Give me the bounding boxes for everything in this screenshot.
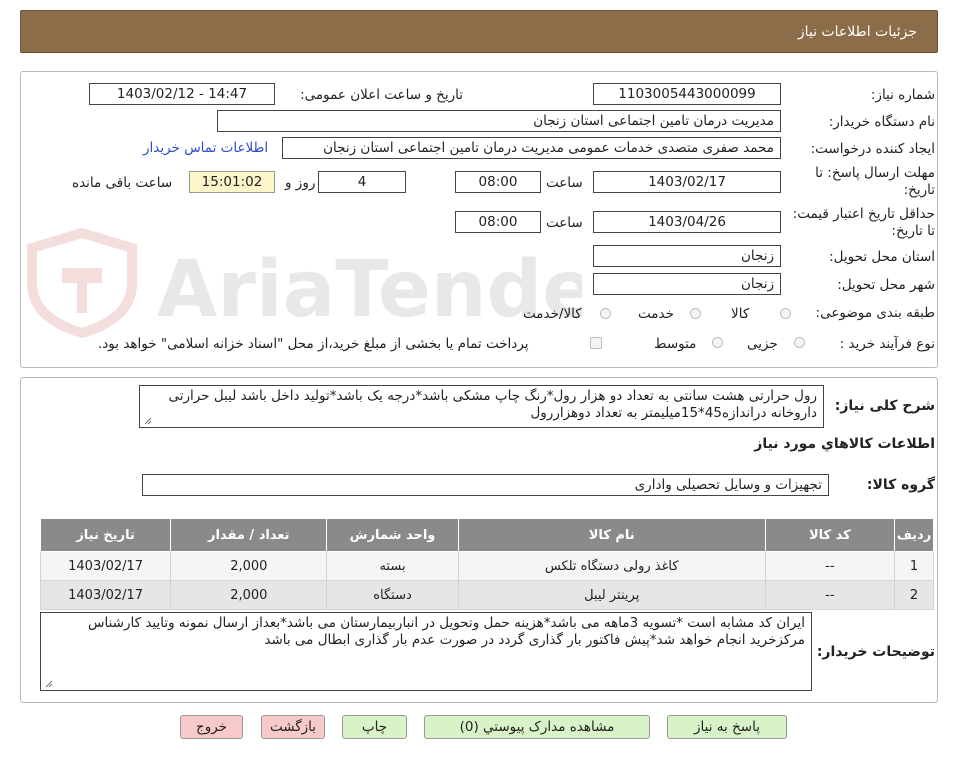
remaining-label: ساعت باقی مانده [72, 175, 173, 191]
watermark-text: AriaTender.neT [157, 245, 582, 335]
announce-datetime-label: تاریخ و ساعت اعلان عمومی: [300, 87, 463, 103]
goods-group-field: تجهیزات و وسایل تحصیلی واداری [142, 474, 829, 496]
price-validity-label: حداقل تاریخ اعتبار قیمت: تا تاریخ: [792, 206, 935, 239]
remaining-days-field: 4 [318, 171, 406, 193]
cell-need-date: 1403/02/17 [39, 580, 172, 610]
header-unit: واحد شمارش [326, 518, 459, 552]
validity-time-label: ساعت [546, 215, 583, 231]
buyer-notes-field: ایران کد مشابه است *تسویه 3ماهه می باشد*… [40, 612, 812, 691]
validity-date-field: 1403/04/26 [593, 211, 781, 233]
buyer-org-field: مدیریت درمان تامین اجتماعی استان زنجان [217, 110, 781, 132]
treasury-note: پرداخت تمام یا بخشی از مبلغ خرید،از محل … [98, 336, 529, 352]
resize-grip-icon[interactable] [144, 417, 152, 425]
requester-field: محمد صفری متصدی خدمات عمومی مدیریت درمان… [282, 137, 781, 159]
category-goods-service-radio[interactable] [600, 308, 611, 319]
items-table-container: ردیف کد کالا نام کالا واحد شمارش تعداد /… [39, 518, 935, 610]
table-row[interactable]: 1 -- کاغذ رولی دستگاه تلکس بسته 2,000 14… [39, 551, 935, 581]
process-medium-label: متوسط [654, 336, 697, 352]
city-field: زنجان [593, 273, 781, 295]
category-goods-radio[interactable] [780, 308, 791, 319]
cell-item-code: -- [764, 551, 895, 581]
cell-item-name: پرینتر لیبل [457, 580, 766, 610]
category-service-radio[interactable] [690, 308, 701, 319]
need-number-field: 1103005443000099 [593, 83, 781, 105]
validity-time-field: 08:00 [455, 211, 541, 233]
remaining-time-field: 15:01:02 [189, 171, 275, 193]
requester-label: ایجاد کننده درخواست: [810, 141, 935, 157]
buyer-org-label: نام دستگاه خریدار: [828, 114, 935, 130]
general-desc-label: شرح کلی نیاز: [834, 398, 935, 414]
buyer-contact-link[interactable]: اطلاعات تماس خریدار [143, 140, 268, 156]
cell-item-name: کاغذ رولی دستگاه تلکس [457, 551, 766, 581]
treasury-checkbox[interactable] [590, 337, 602, 349]
cell-quantity: 2,000 [170, 580, 328, 610]
header-item-code: کد کالا [764, 518, 895, 552]
reply-deadline-label: مهلت ارسال پاسخ: تا تاریخ: [815, 165, 935, 198]
cell-unit: بسته [326, 551, 459, 581]
delivery-province-label: استان محل تحویل: [829, 249, 935, 265]
buyer-notes-text: ایران کد مشابه است *تسویه 3ماهه می باشد*… [88, 615, 805, 648]
items-info-heading: اطلاعات کالاهاي مورد نياز [754, 436, 935, 452]
items-table: ردیف کد کالا نام کالا واحد شمارش تعداد /… [39, 518, 935, 610]
cell-need-date: 1403/02/17 [39, 551, 172, 581]
cell-unit: دستگاه [326, 580, 459, 610]
reply-date-field: 1403/02/17 [593, 171, 781, 193]
reply-time-label: ساعت [546, 175, 583, 191]
cell-item-code: -- [764, 580, 895, 610]
header-row-number: ردیف [893, 518, 935, 552]
goods-group-label: گروه کالا: [866, 477, 935, 493]
reply-button[interactable]: پاسخ به نیاز [667, 715, 787, 739]
header-quantity: تعداد / مقدار [170, 518, 328, 552]
process-medium-radio[interactable] [712, 337, 723, 348]
process-type-label: نوع فرآیند خرید : [839, 336, 935, 352]
process-partial-radio[interactable] [794, 337, 805, 348]
watermark-logo: AriaTender.neT [27, 228, 582, 338]
province-field: زنجان [593, 245, 781, 267]
cell-row-number: 2 [893, 580, 935, 610]
category-service-label: خدمت [638, 306, 674, 322]
resize-grip-icon[interactable] [45, 680, 53, 688]
need-number-label: شماره نیاز: [870, 87, 935, 103]
process-partial-label: جزیی [747, 336, 778, 352]
table-row[interactable]: 2 -- پرینتر لیبل دستگاه 2,000 1403/02/17 [39, 580, 935, 610]
cell-quantity: 2,000 [170, 551, 328, 581]
page-title: جزئیات اطلاعات نیاز [797, 24, 917, 40]
cell-row-number: 1 [893, 551, 935, 581]
back-button[interactable]: بازگشت [261, 715, 325, 739]
header-need-date: تاریخ نیاز [39, 518, 172, 552]
reply-time-field: 08:00 [455, 171, 541, 193]
category-goods-service-label: کالا/خدمت [523, 306, 582, 322]
announce-datetime-field: 1403/02/12 - 14:47 [89, 83, 275, 105]
print-button[interactable]: چاپ [342, 715, 407, 739]
category-goods-label: کالا [731, 306, 750, 322]
day-and-label: روز و [285, 175, 316, 191]
header-item-name: نام کالا [457, 518, 766, 552]
general-desc-text: رول حرارتی هشت سانتی به تعداد دو هزار رو… [168, 388, 817, 421]
view-attachments-button[interactable]: مشاهده مدارک پیوستي (0) [424, 715, 650, 739]
buyer-notes-label: توضیحات خریدار: [816, 644, 935, 660]
delivery-city-label: شهر محل تحویل: [837, 277, 935, 293]
category-label: طبقه بندی موضوعی: [815, 305, 935, 321]
general-desc-field: رول حرارتی هشت سانتی به تعداد دو هزار رو… [139, 385, 824, 428]
page-header: جزئیات اطلاعات نیاز [20, 10, 938, 53]
exit-button[interactable]: خروج [180, 715, 243, 739]
table-header-row: ردیف کد کالا نام کالا واحد شمارش تعداد /… [39, 518, 935, 552]
